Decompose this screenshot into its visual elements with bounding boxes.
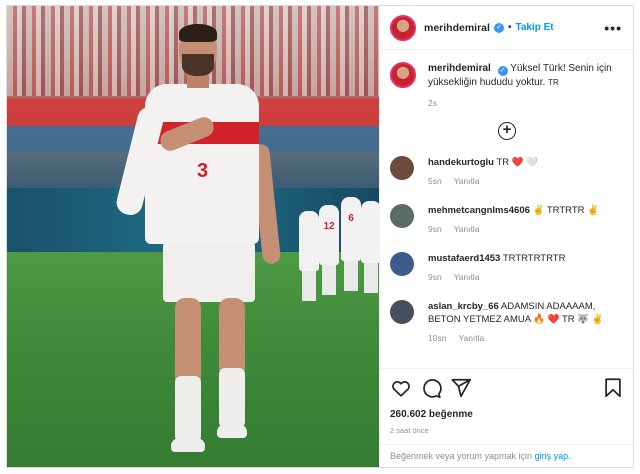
- comment-text: TR ❤️ 🤍: [496, 157, 539, 168]
- comment-icon[interactable]: [420, 377, 442, 399]
- avatar[interactable]: [390, 252, 414, 276]
- more-options-icon[interactable]: •••: [604, 20, 622, 36]
- plus-circle-icon[interactable]: +: [498, 122, 516, 140]
- login-link[interactable]: giriş yap.: [535, 451, 571, 461]
- teammates-group: 12 6: [297, 181, 379, 306]
- comment-age: 10sn: [428, 333, 447, 343]
- list-item: mustafaerd1453 TRTRTRTRTR 9sn Yanıtla: [390, 252, 624, 284]
- likes-count[interactable]: 260.602 beğenme: [390, 409, 473, 420]
- share-icon[interactable]: [450, 377, 472, 399]
- verified-badge-icon: ✓: [493, 22, 504, 33]
- separator-dot: •: [507, 22, 512, 33]
- comment-text: ✌ TRTRTR ✌: [532, 205, 599, 216]
- follow-button[interactable]: Takip Et: [515, 22, 553, 33]
- post-actions: 260.602 beğenme 2 saat önce Beğenmek vey…: [380, 368, 634, 467]
- player-figure: 3: [114, 24, 295, 464]
- player-boot: [171, 438, 205, 452]
- caption-suffix: TR: [548, 78, 559, 87]
- reply-button[interactable]: Yanıtla: [454, 272, 480, 282]
- avatar[interactable]: [390, 156, 414, 180]
- post-caption: merihdemiral ✓ Yüksel Türk! Senin için y…: [390, 62, 624, 110]
- comments-list[interactable]: merihdemiral ✓ Yüksel Türk! Senin için y…: [380, 50, 634, 368]
- teammate: [361, 201, 379, 293]
- list-item: aslan_krcby_66 ADAMSIN ADAAAAM, BETON YE…: [390, 300, 624, 345]
- post-time: 2 saat önce: [390, 426, 429, 435]
- comment-username[interactable]: mustafaerd1453: [428, 253, 500, 264]
- avatar[interactable]: [390, 300, 414, 324]
- comment-username[interactable]: mehmetcangnlms4606: [428, 205, 530, 216]
- bookmark-icon[interactable]: [602, 377, 624, 399]
- player-shorts: [163, 242, 255, 302]
- comment-age: 5sn: [428, 176, 442, 186]
- instagram-post: 12 6 3 merihdemiral ✓ • Takip Et ••• mer…: [6, 5, 634, 468]
- post-sidebar: merihdemiral ✓ • Takip Et ••• merihdemir…: [379, 6, 634, 467]
- comment-username[interactable]: aslan_krcby_66: [428, 301, 499, 312]
- teammate: [299, 211, 319, 301]
- list-item: mehmetcangnlms4606 ✌ TRTRTR ✌ 9sn Yanıtla: [390, 204, 624, 236]
- comment-age: 9sn: [428, 272, 442, 282]
- comment-username[interactable]: handekurtoglu: [428, 157, 494, 168]
- caption-age: 2s: [428, 98, 437, 108]
- load-more-comments: +: [390, 122, 624, 140]
- jersey-number: 3: [197, 160, 209, 182]
- player-boot: [217, 424, 247, 438]
- list-item: handekurtoglu TR ❤️ 🤍 5sn Yanıtla: [390, 156, 624, 188]
- comment-age: 9sn: [428, 224, 442, 234]
- heart-icon[interactable]: [390, 377, 412, 399]
- post-header: merihdemiral ✓ • Takip Et •••: [380, 6, 634, 50]
- avatar[interactable]: [390, 204, 414, 228]
- teammate: 12: [319, 205, 339, 295]
- post-image[interactable]: 12 6 3: [7, 6, 379, 467]
- reply-button[interactable]: Yanıtla: [454, 224, 480, 234]
- reply-button[interactable]: Yanıtla: [454, 176, 480, 186]
- reply-button[interactable]: Yanıtla: [458, 333, 484, 343]
- caption-username[interactable]: merihdemiral: [428, 63, 491, 74]
- teammate: 6: [341, 197, 361, 291]
- login-prompt: Beğenmek veya yorum yapmak için giriş ya…: [380, 444, 634, 468]
- comment-text: TRTRTRTRTR: [502, 253, 566, 264]
- verified-badge-icon: ✓: [497, 66, 508, 76]
- login-text: Beğenmek veya yorum yapmak için: [390, 451, 533, 461]
- avatar[interactable]: [390, 62, 416, 88]
- avatar[interactable]: [390, 14, 416, 41]
- action-bar: [390, 377, 624, 401]
- header-username[interactable]: merihdemiral: [424, 22, 490, 34]
